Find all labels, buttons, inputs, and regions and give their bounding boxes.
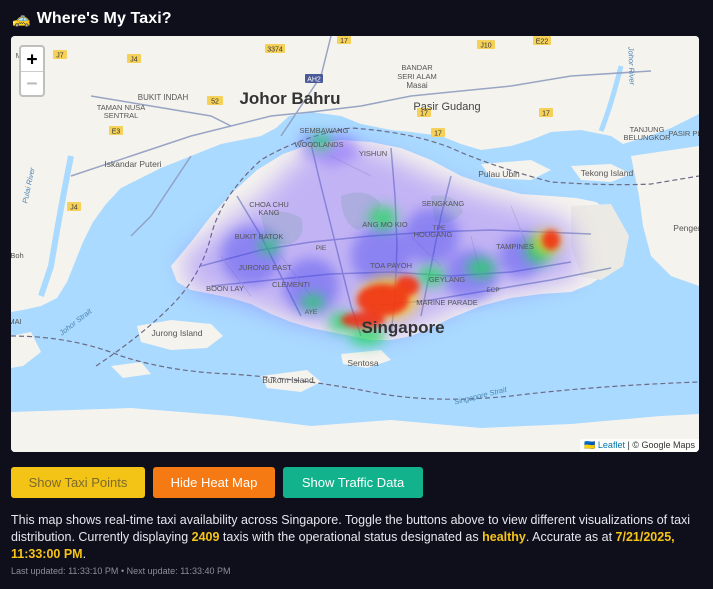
label-bukit-indah: BUKIT INDAH [138,93,189,102]
label-clementi: CLEMENTI [272,280,310,289]
label-sembawang: SEMBAWANG [299,126,348,135]
label-yishun: YISHUN [359,149,387,158]
description-text: This map shows real-time taxi availabili… [11,512,701,563]
label-ecp: ECP [486,287,499,294]
last-updated-time: 11:33:10 PM [68,566,119,576]
road-shield: 52 [211,99,219,106]
label-woodlands: WOODLANDS [294,140,343,149]
label-aye: AYE [305,309,318,316]
road-shield: 17 [434,131,442,138]
label-toa-payoh: TOA PAYOH [370,261,412,270]
road-shield: 17 [542,111,550,118]
label-boon-lay: BOON LAY [206,284,244,293]
label-johor-river: Johor River [626,46,636,86]
label-sentral: SENTRAL [104,111,139,120]
taxi-count: 2409 [191,530,220,544]
label-tpe: TPE [433,225,446,232]
label-iskandar-puteri: Iskandar Puteri [104,159,161,169]
label-pulau-ubin: Pulau Ubin [478,169,520,179]
next-update-label: Next update: [126,566,178,576]
label-pie: PIE [316,245,327,252]
map-container[interactable]: 3374 J4 J7 17 J10 E22 52 E3 AH2 17 17 17… [11,36,699,452]
label-seri-alam: SERI ALAM [397,72,437,81]
label-mai: MAI [11,317,22,326]
label-pengerang: Penger [673,223,699,233]
label-boh: Boh [11,251,24,260]
map-canvas[interactable]: 3374 J4 J7 17 J10 E22 52 E3 AH2 17 17 17… [11,36,699,452]
next-update-time: 11:33:40 PM [180,566,231,576]
description-part4: . [82,547,87,561]
update-status: Last updated: 11:33:10 PM • Next update:… [11,566,231,576]
road-shield: E3 [112,129,121,136]
status-separator: • [120,566,125,576]
attribution-provider: © Google Maps [632,440,695,450]
description-part2: taxis with the operational status design… [219,530,483,544]
road-shield: 17 [340,38,348,45]
label-marine-parade: MARINE PARADE [416,298,478,307]
label-geylang: GEYLANG [429,275,465,284]
leaflet-link[interactable]: Leaflet [598,440,625,450]
label-pasir-gudang: Pasir Gudang [413,101,480,113]
zoom-in-button[interactable]: + [21,47,43,71]
label-kang: KANG [258,208,279,217]
road-shield: J7 [56,53,64,60]
ukraine-flag-icon: 🇺🇦 [584,440,596,450]
status-value: healthy [482,530,526,544]
label-ang-mo-kio: ANG MO KIO [362,220,408,229]
label-johor-bahru: Johor Bahru [239,89,340,108]
last-updated-label: Last updated: [11,566,66,576]
label-tekong: Tekong Island [581,168,634,178]
hide-heat-map-button[interactable]: Hide Heat Map [153,467,275,498]
label-bukit-batok: BUKIT BATOK [235,232,284,241]
label-jurong-island: Jurong Island [151,328,202,338]
label-sengkang: SENGKANG [422,199,465,208]
map-attribution: 🇺🇦 Leaflet | © Google Maps [580,439,699,452]
zoom-out-button[interactable]: − [21,71,43,95]
show-taxi-points-button[interactable]: Show Taxi Points [11,467,145,498]
label-tampines: TAMPINES [496,242,534,251]
road-shield: AH2 [307,77,321,84]
show-traffic-data-button[interactable]: Show Traffic Data [283,467,423,498]
app-header: 🚕 Where's My Taxi? [12,8,172,30]
description-part3: . Accurate as at [525,530,616,544]
app-title: Where's My Taxi? [36,10,172,27]
road-shield: J10 [480,43,491,50]
label-singapore: Singapore [361,318,444,337]
road-shield: 3374 [267,47,283,54]
label-belungkor: BELUNGKOR [623,133,671,142]
label-pasir-pu: PASIR PL [668,129,699,138]
road-shield: E22 [536,39,549,46]
label-bandar: BANDAR [401,63,433,72]
road-shield: J4 [130,57,138,64]
label-jurong-east: JURONG EAST [238,263,292,272]
road-shield: J4 [70,205,78,212]
taxi-icon: 🚕 [12,10,31,28]
zoom-control: + − [19,45,45,97]
label-bukom-island: Bukom Island [262,375,314,385]
label-sentosa: Sentosa [347,358,378,368]
label-masai: Masai [406,81,428,90]
attribution-separator: | [627,440,630,450]
